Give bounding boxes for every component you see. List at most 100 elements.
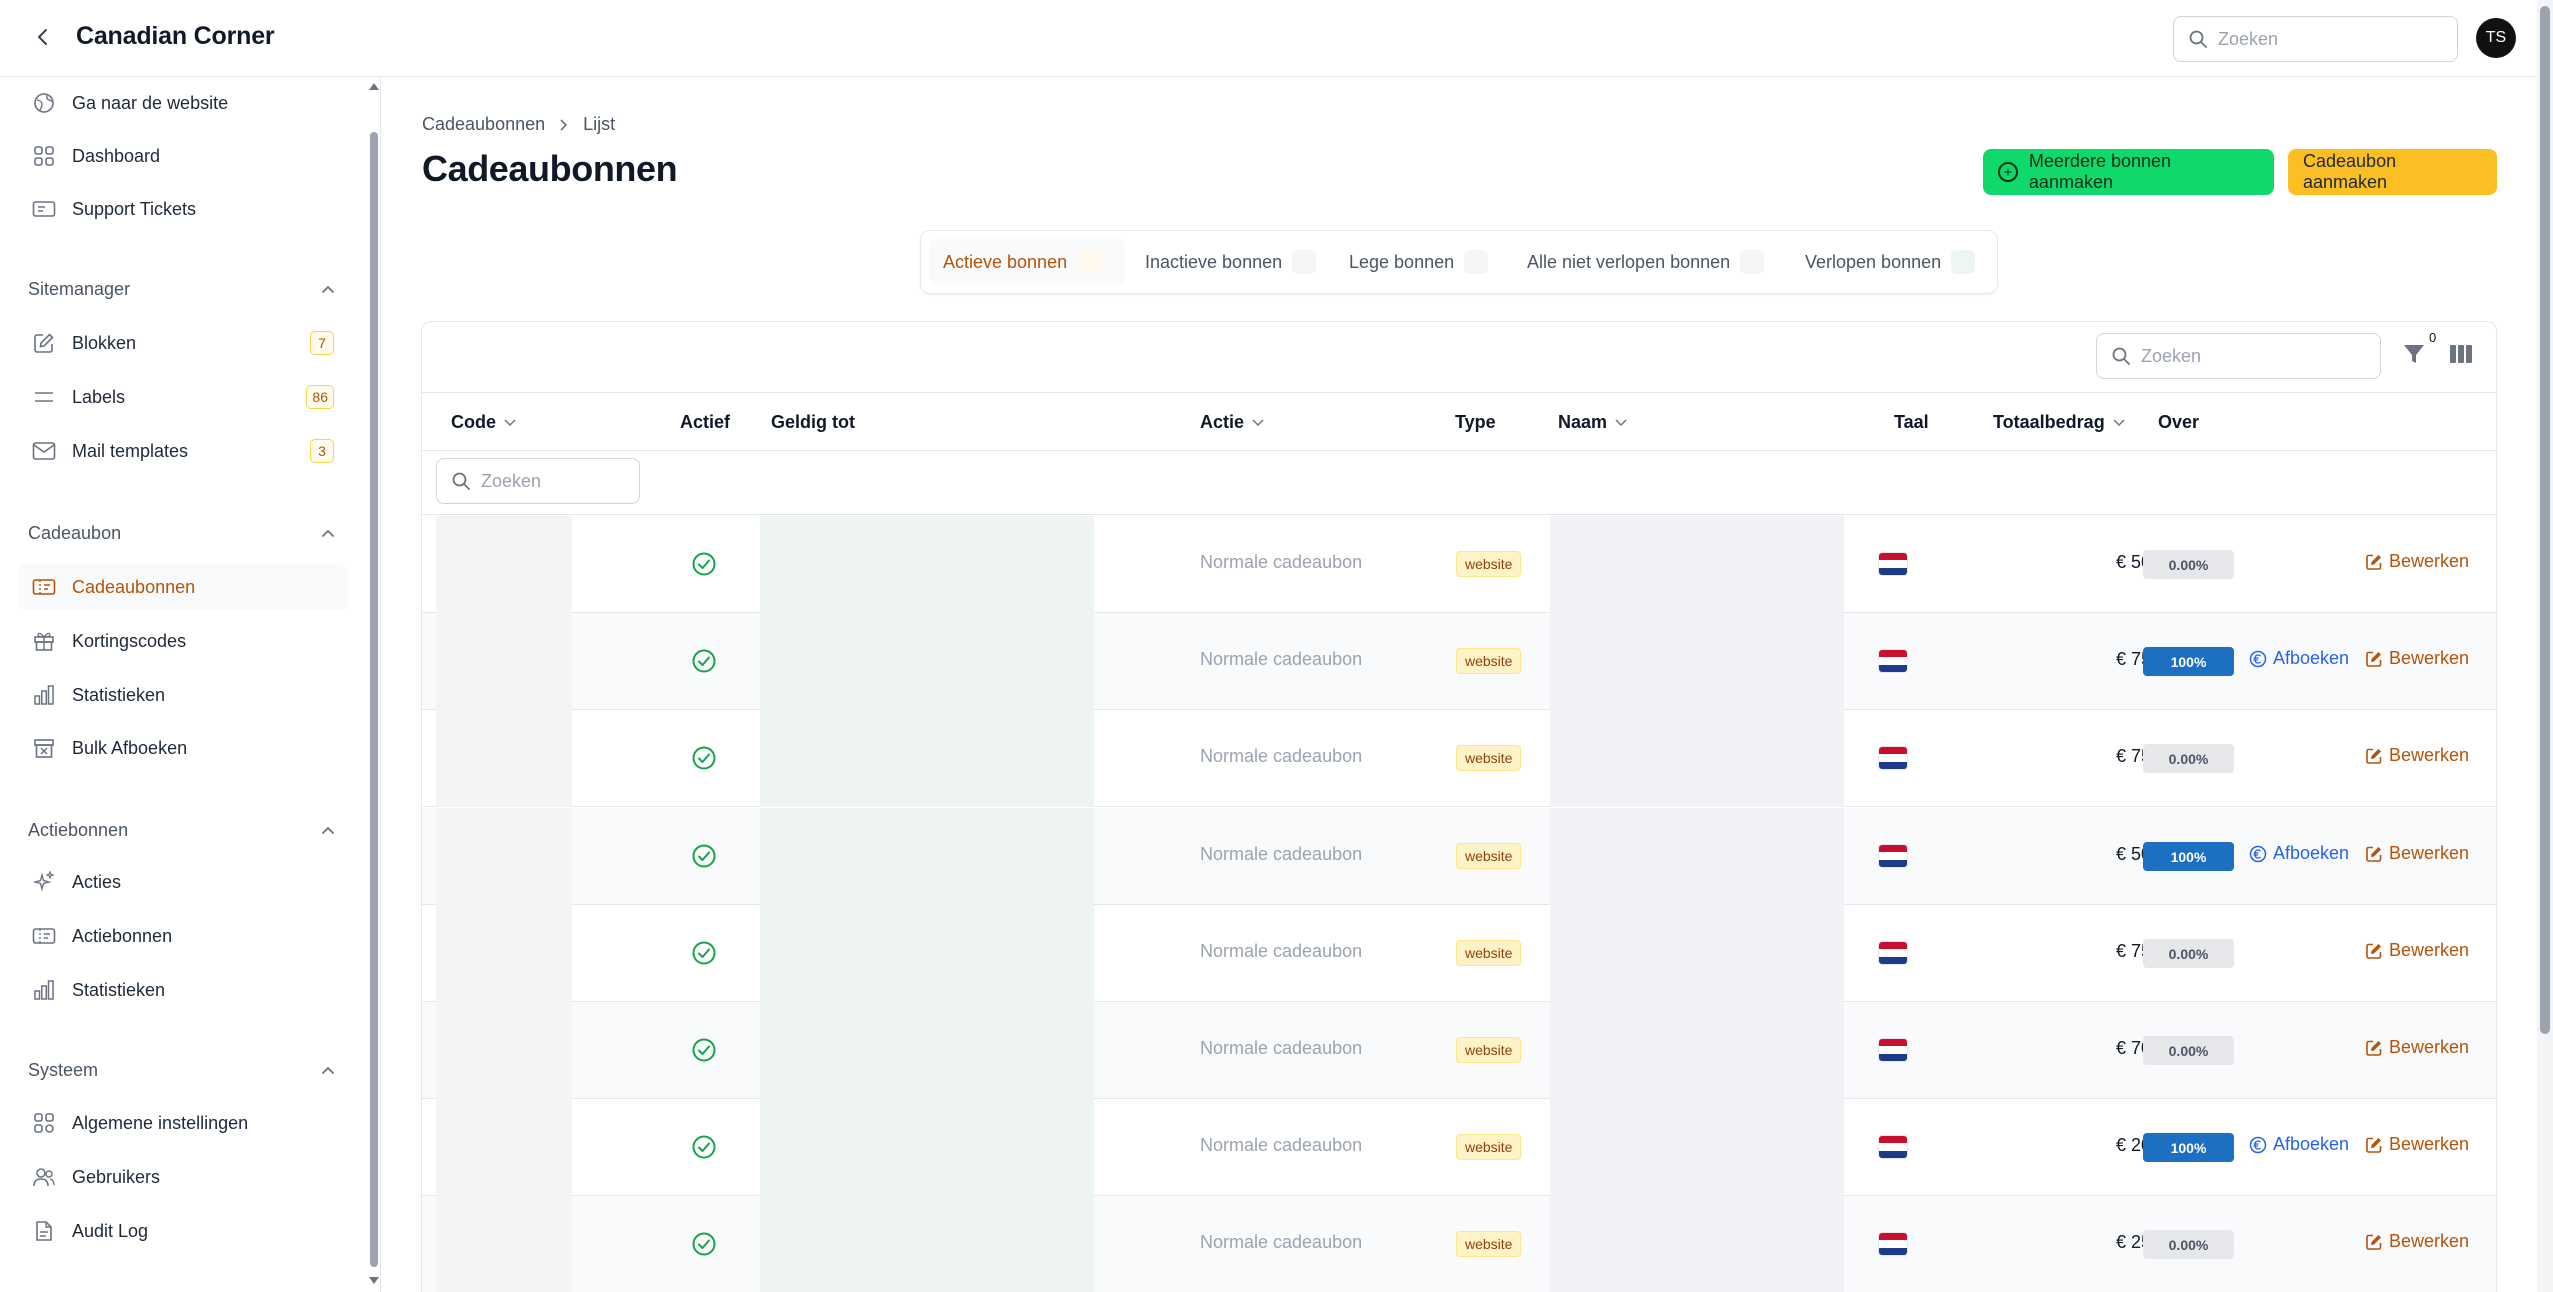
sort-chevron-icon[interactable] xyxy=(2113,418,2125,427)
tab-count-badge xyxy=(1077,250,1102,274)
remaining-percentage-badge: 100% xyxy=(2143,647,2234,676)
actie-cell: Normale cadeaubon xyxy=(1200,552,1363,572)
sidebar-item-gebruikers[interactable]: Gebruikers xyxy=(18,1154,348,1200)
tab-count-badge xyxy=(1464,250,1489,274)
create-multiple-button[interactable]: + Meerdere bonnen aanmaken xyxy=(1983,149,2274,195)
global-search[interactable] xyxy=(2173,16,2458,62)
check-circle-icon xyxy=(692,552,716,576)
avatar[interactable]: TS xyxy=(2476,18,2516,58)
tab-lege-bonnen[interactable]: Lege bonnen xyxy=(1335,239,1505,285)
chevron-up-icon[interactable] xyxy=(318,1060,338,1080)
column-actief: Actief xyxy=(680,412,730,433)
chevron-up-icon[interactable] xyxy=(318,820,338,840)
code-filter[interactable] xyxy=(436,458,640,504)
sort-chevron-icon[interactable] xyxy=(504,418,516,427)
afboeken-link[interactable]: Afboeken xyxy=(2249,1134,2349,1155)
sidebar-item-actie-statistieken[interactable]: Statistieken xyxy=(18,967,348,1013)
sidebar-item-labels[interactable]: Labels 86 xyxy=(18,374,348,420)
redacted-date xyxy=(760,1002,1094,1099)
scroll-down-arrow-icon[interactable] xyxy=(369,1277,379,1284)
sidebar-item-cadeaubonnen[interactable]: Cadeaubonnen xyxy=(18,564,348,610)
sidebar-item-website[interactable]: Ga naar de website xyxy=(18,80,348,126)
sidebar-item-label: Acties xyxy=(72,871,122,892)
bewerken-link[interactable]: Bewerken xyxy=(2365,648,2469,669)
redacted-name xyxy=(1550,1099,1844,1196)
bewerken-link[interactable]: Bewerken xyxy=(2365,843,2469,864)
bewerken-link[interactable]: Bewerken xyxy=(2365,1231,2469,1252)
breadcrumb-parent[interactable]: Cadeaubonnen xyxy=(422,114,545,135)
column-type: Type xyxy=(1455,412,1496,433)
sidebar-item-dashboard[interactable]: Dashboard xyxy=(18,133,348,179)
table-search[interactable] xyxy=(2096,333,2381,379)
sidebar-item-label: Cadeaubonnen xyxy=(72,576,196,597)
dutch-flag-icon xyxy=(1878,1232,1908,1256)
afboeken-link[interactable]: Afboeken xyxy=(2249,843,2349,864)
scroll-up-arrow-icon[interactable] xyxy=(369,83,379,90)
users-icon xyxy=(30,1163,58,1191)
remaining-percentage-badge: 100% xyxy=(2143,1133,2234,1162)
create-voucher-button[interactable]: Cadeaubon aanmaken xyxy=(2288,149,2497,195)
tab-count-badge xyxy=(1740,250,1765,274)
redacted-date xyxy=(760,808,1094,905)
bewerken-link[interactable]: Bewerken xyxy=(2365,551,2469,572)
type-badge: website xyxy=(1456,745,1522,771)
sidebar-item-blokken[interactable]: Blokken 7 xyxy=(18,320,348,366)
afboeken-label: Afboeken xyxy=(2273,843,2350,863)
settings-icon xyxy=(30,1109,58,1137)
dutch-flag-icon xyxy=(1878,1038,1908,1062)
actie-cell: Normale cadeaubon xyxy=(1200,844,1363,864)
voucher-icon xyxy=(30,573,58,601)
sort-chevron-icon[interactable] xyxy=(1252,418,1264,427)
global-search-input[interactable] xyxy=(2218,28,2438,50)
bewerken-link[interactable]: Bewerken xyxy=(2365,745,2469,766)
sidebar-item-statistieken[interactable]: Statistieken xyxy=(18,672,348,718)
sidebar-item-label: Mail templates xyxy=(72,440,189,461)
tab-niet-verlopen[interactable]: Alle niet verlopen bonnen xyxy=(1513,239,1785,285)
filter-count: 0 xyxy=(2429,330,2437,345)
sidebar-item-mail-templates[interactable]: Mail templates 3 xyxy=(18,428,348,474)
voucher-table-card: 0 Code Actief Geldig tot Actie Type Naam… xyxy=(421,321,2497,1292)
sidebar-item-support-tickets[interactable]: Support Tickets xyxy=(18,186,348,232)
chevron-up-icon[interactable] xyxy=(318,523,338,543)
sidebar-item-actiebonnen[interactable]: Actiebonnen xyxy=(18,913,348,959)
actie-cell: Normale cadeaubon xyxy=(1200,1232,1363,1252)
sidebar-item-acties[interactable]: Acties xyxy=(18,859,348,905)
actie-cell: Normale cadeaubon xyxy=(1200,746,1363,766)
dutch-flag-icon xyxy=(1878,746,1908,770)
sort-chevron-icon[interactable] xyxy=(1615,418,1627,427)
bewerken-link[interactable]: Bewerken xyxy=(2365,940,2469,961)
redacted-date xyxy=(760,516,1094,613)
sidebar-item-audit-log[interactable]: Audit Log xyxy=(18,1208,348,1254)
afboeken-link[interactable]: Afboeken xyxy=(2249,648,2349,669)
tab-inactieve-bonnen[interactable]: Inactieve bonnen xyxy=(1131,239,1327,285)
afboeken-label: Afboeken xyxy=(2273,648,2350,668)
table-search-input[interactable] xyxy=(2141,345,2361,367)
chevron-up-icon[interactable] xyxy=(318,279,338,299)
redacted-date xyxy=(760,1196,1094,1292)
sidebar-item-kortingscodes[interactable]: Kortingscodes xyxy=(18,618,348,664)
filter-icon[interactable] xyxy=(2401,341,2427,367)
sidebar-item-bulk-afboeken[interactable]: Bulk Afboeken xyxy=(18,725,348,771)
back-button[interactable] xyxy=(28,22,58,52)
sidebar-item-label: Labels xyxy=(72,386,126,407)
sidebar-item-algemene-instellingen[interactable]: Algemene instellingen xyxy=(18,1100,348,1146)
code-filter-input[interactable] xyxy=(481,470,631,492)
page-scrollbar[interactable] xyxy=(2537,0,2553,1292)
column-label: Geldig tot xyxy=(771,412,855,432)
bewerken-link[interactable]: Bewerken xyxy=(2365,1134,2469,1155)
group-label: Sitemanager xyxy=(28,278,131,299)
bewerken-label: Bewerken xyxy=(2389,551,2470,571)
columns-icon[interactable] xyxy=(2449,343,2473,365)
bewerken-link[interactable]: Bewerken xyxy=(2365,1037,2469,1058)
redacted-date xyxy=(760,905,1094,1002)
breadcrumb: Cadeaubonnen Lijst xyxy=(422,114,615,135)
tab-verlopen-bonnen[interactable]: Verlopen bonnen xyxy=(1791,239,1991,285)
edit-icon xyxy=(2366,1040,2382,1056)
tab-actieve-bonnen[interactable]: Actieve bonnen xyxy=(929,239,1125,285)
column-totaalbedrag: Totaalbedrag xyxy=(1993,412,2125,433)
table-row: Normale cadeaubon website € 70,00 0.00% … xyxy=(422,1002,2496,1099)
sidebar-scrollbar[interactable] xyxy=(368,77,380,1292)
column-actie: Actie xyxy=(1200,412,1264,433)
breadcrumb-current: Lijst xyxy=(583,114,616,134)
status-tabs: Actieve bonnen Inactieve bonnen Lege bon… xyxy=(920,230,1998,294)
